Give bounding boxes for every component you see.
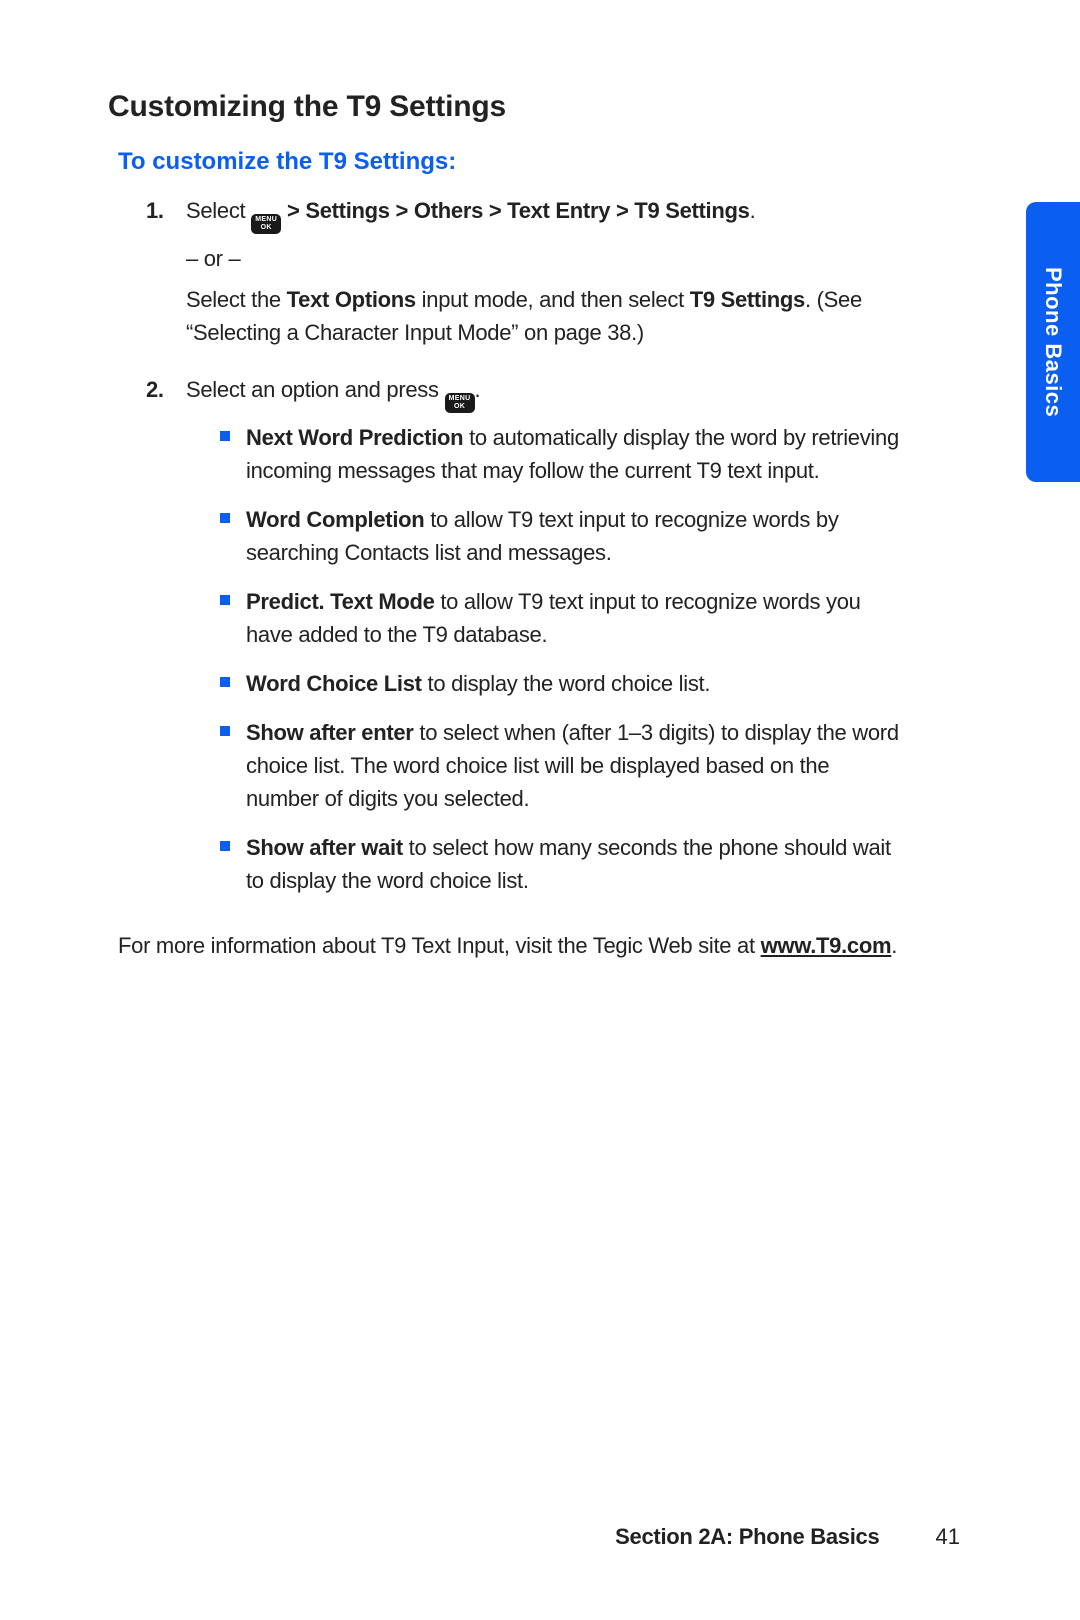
or-separator: – or –	[186, 242, 906, 275]
step-1-line-2: Select the Text Options input mode, and …	[186, 283, 906, 349]
option-name: Show after wait	[246, 835, 403, 860]
option-name: Show after enter	[246, 720, 414, 745]
option-name: Word Choice List	[246, 671, 422, 696]
option-bullets: Next Word Prediction to automatically di…	[220, 421, 906, 897]
page-subtitle: To customize the T9 Settings:	[118, 148, 906, 176]
thumb-tab-label: Phone Basics	[1040, 267, 1066, 417]
text-bold: Text Options	[287, 287, 416, 312]
list-item: Word Completion to allow T9 text input t…	[220, 503, 906, 569]
step-number: 2.	[146, 373, 186, 913]
text: input mode, and then select	[416, 287, 690, 312]
step-1: 1. Select MENUOK > Settings > Others > T…	[146, 194, 906, 357]
step-number: 1.	[146, 194, 186, 357]
key-line2: OK	[454, 403, 465, 411]
text: Select an option and press	[186, 377, 445, 402]
step-body: Select MENUOK > Settings > Others > Text…	[186, 194, 906, 357]
page-content: Customizing the T9 Settings To customize…	[108, 90, 960, 962]
manual-page: Phone Basics Customizing the T9 Settings…	[0, 0, 1080, 1620]
steps-list: 1. Select MENUOK > Settings > Others > T…	[146, 194, 906, 913]
menu-ok-key-icon: MENUOK	[251, 214, 281, 234]
text: .	[891, 933, 897, 958]
footer-section: Section 2A: Phone Basics	[615, 1524, 879, 1549]
option-name: Word Completion	[246, 507, 424, 532]
more-info-paragraph: For more information about T9 Text Input…	[118, 929, 906, 962]
key-line1: MENU	[449, 395, 471, 403]
step-1-line-1: Select MENUOK > Settings > Others > Text…	[186, 194, 906, 234]
text: .	[475, 377, 481, 402]
text: For more information about T9 Text Input…	[118, 933, 761, 958]
step-2-line-1: Select an option and press MENUOK.	[186, 373, 906, 413]
list-item: Predict. Text Mode to allow T9 text inpu…	[220, 585, 906, 651]
option-name: Next Word Prediction	[246, 425, 463, 450]
list-item: Show after enter to select when (after 1…	[220, 716, 906, 815]
page-footer: Section 2A: Phone Basics 41	[615, 1524, 960, 1550]
key-line1: MENU	[255, 216, 277, 224]
key-line2: OK	[261, 224, 272, 232]
external-link[interactable]: www.T9.com	[761, 933, 892, 958]
step-2: 2. Select an option and press MENUOK. Ne…	[146, 373, 906, 913]
menu-ok-key-icon: MENUOK	[445, 393, 475, 413]
section-thumb-tab: Phone Basics	[1026, 202, 1080, 482]
option-desc: to display the word choice list.	[422, 671, 710, 696]
option-name: Predict. Text Mode	[246, 589, 435, 614]
step-body: Select an option and press MENUOK. Next …	[186, 373, 906, 913]
text: Select the	[186, 287, 287, 312]
text-bold: T9 Settings	[690, 287, 805, 312]
list-item: Word Choice List to display the word cho…	[220, 667, 906, 700]
text: Select	[186, 198, 251, 223]
text: .	[750, 198, 756, 223]
footer-page-number: 41	[936, 1524, 960, 1549]
page-title: Customizing the T9 Settings	[108, 90, 906, 124]
list-item: Next Word Prediction to automatically di…	[220, 421, 906, 487]
nav-path: > Settings > Others > Text Entry > T9 Se…	[281, 198, 749, 223]
list-item: Show after wait to select how many secon…	[220, 831, 906, 897]
